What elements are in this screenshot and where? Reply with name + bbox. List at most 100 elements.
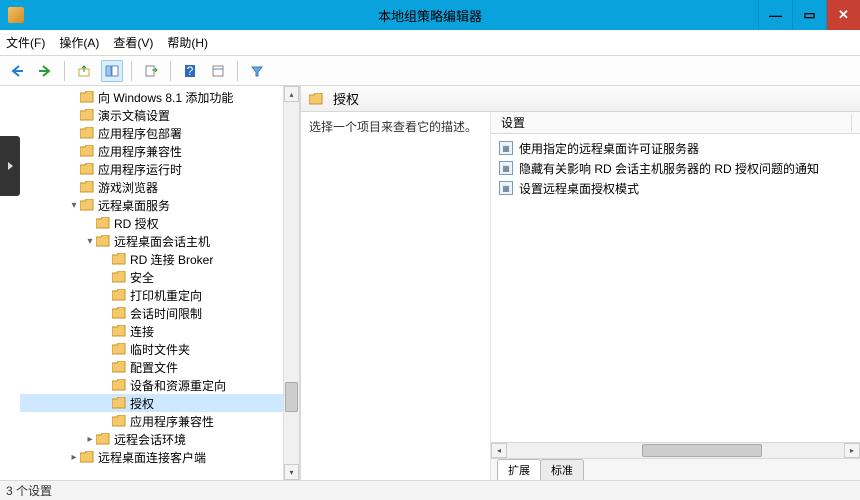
export-list-button[interactable] — [140, 60, 162, 82]
tab-extended[interactable]: 扩展 — [497, 459, 541, 480]
tree-item[interactable]: 设备和资源重定向 — [20, 376, 283, 394]
tree-item[interactable]: 应用程序包部署 — [20, 124, 283, 142]
tree-item[interactable]: 会话时间限制 — [20, 304, 283, 322]
up-level-button[interactable] — [73, 60, 95, 82]
back-button[interactable] — [6, 60, 28, 82]
folder-icon — [112, 397, 126, 409]
window-controls: — ▭ ✕ — [758, 0, 860, 30]
policy-item[interactable]: ▦使用指定的远程桌面许可证服务器 — [491, 138, 860, 158]
collapse-icon[interactable]: ▾ — [84, 236, 96, 247]
policy-icon: ▦ — [499, 141, 513, 155]
expand-icon[interactable]: ▸ — [68, 452, 80, 463]
app-icon — [8, 7, 24, 23]
scroll-left-button[interactable]: ◂ — [491, 443, 507, 458]
tree-item[interactable]: 授权 — [20, 394, 283, 412]
svg-text:?: ? — [187, 64, 194, 78]
policy-item[interactable]: ▦隐藏有关影响 RD 会话主机服务器的 RD 授权问题的通知 — [491, 158, 860, 178]
folder-icon — [80, 127, 94, 139]
titlebar: 本地组策略编辑器 — ▭ ✕ — [0, 0, 860, 30]
tree-item-label: 向 Windows 8.1 添加功能 — [98, 89, 233, 106]
list-column: 设置 ▦使用指定的远程桌面许可证服务器▦隐藏有关影响 RD 会话主机服务器的 R… — [491, 112, 860, 480]
expand-icon[interactable]: ▸ — [84, 434, 96, 445]
properties-button[interactable] — [207, 60, 229, 82]
side-panel-toggle[interactable] — [0, 136, 20, 196]
policy-icon: ▦ — [499, 161, 513, 175]
tree-item-label: RD 授权 — [114, 215, 159, 232]
tree-item[interactable]: RD 授权 — [20, 214, 283, 232]
policy-list[interactable]: ▦使用指定的远程桌面许可证服务器▦隐藏有关影响 RD 会话主机服务器的 RD 授… — [491, 134, 860, 442]
scroll-thumb[interactable] — [285, 382, 298, 412]
collapse-icon[interactable]: ▾ — [68, 200, 80, 211]
tree-scrollbar[interactable]: ▴ ▾ — [283, 86, 299, 480]
scroll-up-button[interactable]: ▴ — [284, 86, 299, 102]
statusbar: 3 个设置 — [0, 480, 860, 500]
policy-item[interactable]: ▦设置远程桌面授权模式 — [491, 178, 860, 198]
folder-icon — [112, 289, 126, 301]
filter-button[interactable] — [246, 60, 268, 82]
scroll-down-button[interactable]: ▾ — [284, 464, 299, 480]
tree-item-label: 远程桌面连接客户端 — [98, 449, 206, 466]
folder-icon — [96, 433, 110, 445]
tree-item-label: 打印机重定向 — [130, 287, 202, 304]
tree-item[interactable]: 配置文件 — [20, 358, 283, 376]
separator — [237, 61, 238, 81]
tree-item[interactable]: ▸ 远程桌面连接客户端 — [20, 448, 283, 466]
tab-standard[interactable]: 标准 — [540, 459, 584, 480]
separator — [170, 61, 171, 81]
tree-item[interactable]: 临时文件夹 — [20, 340, 283, 358]
tree-item-label: 配置文件 — [130, 359, 178, 376]
tree-view[interactable]: 向 Windows 8.1 添加功能演示文稿设置应用程序包部署应用程序兼容性应用… — [20, 86, 283, 480]
show-hide-tree-button[interactable] — [101, 60, 123, 82]
tree-item[interactable]: 连接 — [20, 322, 283, 340]
tree-item[interactable]: 演示文稿设置 — [20, 106, 283, 124]
tree-item[interactable]: 应用程序兼容性 — [20, 412, 283, 430]
tree-item-label: 演示文稿设置 — [98, 107, 170, 124]
tree-item-label: 远程会话环境 — [114, 431, 186, 448]
close-button[interactable]: ✕ — [826, 0, 860, 30]
folder-icon — [112, 253, 126, 265]
hscroll-thumb[interactable] — [642, 444, 762, 457]
tree-item-label: 游戏浏览器 — [98, 179, 158, 196]
separator — [131, 61, 132, 81]
forward-button[interactable] — [34, 60, 56, 82]
tree-item[interactable]: ▸ 远程会话环境 — [20, 430, 283, 448]
tree-item[interactable]: 打印机重定向 — [20, 286, 283, 304]
policy-icon: ▦ — [499, 181, 513, 195]
tree-item[interactable]: ▾ 远程桌面会话主机 — [20, 232, 283, 250]
menu-action[interactable]: 操作(A) — [59, 34, 99, 51]
content-title: 授权 — [333, 89, 359, 108]
help-button[interactable]: ? — [179, 60, 201, 82]
column-header-setting[interactable]: 设置 — [499, 114, 852, 131]
scroll-track[interactable] — [284, 102, 299, 464]
tree-item[interactable]: ▾远程桌面服务 — [20, 196, 283, 214]
tree-item[interactable]: 应用程序兼容性 — [20, 142, 283, 160]
tree-item-label: 应用程序兼容性 — [98, 143, 182, 160]
scroll-right-button[interactable]: ▸ — [844, 443, 860, 458]
tree-item[interactable]: 安全 — [20, 268, 283, 286]
tree-item[interactable]: RD 连接 Broker — [20, 250, 283, 268]
folder-icon — [80, 145, 94, 157]
menu-file[interactable]: 文件(F) — [6, 34, 45, 51]
tree-item-label: 远程桌面会话主机 — [114, 233, 210, 250]
menu-help[interactable]: 帮助(H) — [167, 34, 208, 51]
folder-icon — [80, 181, 94, 193]
description-text: 选择一个项目来查看它的描述。 — [309, 118, 482, 135]
tree-item[interactable]: 游戏浏览器 — [20, 178, 283, 196]
minimize-button[interactable]: — — [758, 0, 792, 30]
separator — [64, 61, 65, 81]
view-tabs: 扩展 标准 — [491, 458, 860, 480]
folder-icon — [112, 415, 126, 427]
tree-item-label: 应用程序兼容性 — [130, 413, 214, 430]
horizontal-scrollbar[interactable]: ◂ ▸ — [491, 442, 860, 458]
hscroll-track[interactable] — [507, 443, 844, 458]
tree-item-label: 设备和资源重定向 — [130, 377, 226, 394]
maximize-button[interactable]: ▭ — [792, 0, 826, 30]
folder-icon — [112, 271, 126, 283]
content-pane: 授权 选择一个项目来查看它的描述。 设置 ▦使用指定的远程桌面许可证服务器▦隐藏… — [300, 86, 860, 480]
folder-icon — [80, 109, 94, 121]
list-header[interactable]: 设置 — [491, 112, 860, 134]
tree-item[interactable]: 应用程序运行时 — [20, 160, 283, 178]
menu-view[interactable]: 查看(V) — [113, 34, 153, 51]
content-header: 授权 — [301, 86, 860, 112]
tree-item[interactable]: 向 Windows 8.1 添加功能 — [20, 88, 283, 106]
